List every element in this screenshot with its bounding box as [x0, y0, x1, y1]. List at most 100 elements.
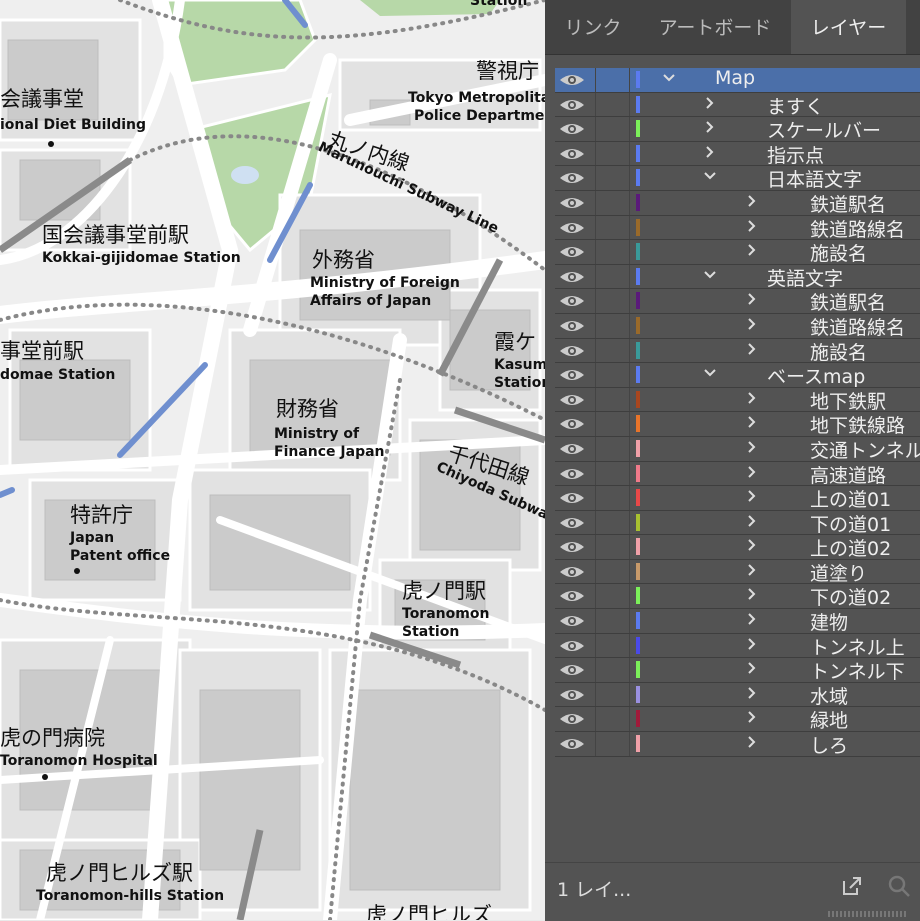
- layer-name[interactable]: ベースmap: [767, 362, 865, 389]
- layer-name[interactable]: 水域: [810, 682, 848, 709]
- layer-row[interactable]: 上の道01: [555, 486, 920, 511]
- chevron-right-icon[interactable]: [745, 586, 759, 602]
- eye-icon[interactable]: [557, 318, 587, 334]
- eye-icon[interactable]: [557, 662, 587, 678]
- eye-icon[interactable]: [557, 343, 587, 359]
- layer-row[interactable]: 施設名: [555, 240, 920, 265]
- layer-name[interactable]: 交通トンネル: [810, 436, 920, 463]
- layer-name[interactable]: 施設名: [810, 239, 867, 266]
- layer-name[interactable]: 道塗り: [810, 559, 867, 586]
- chevron-right-icon[interactable]: [745, 709, 759, 725]
- chevron-down-icon[interactable]: [703, 168, 717, 184]
- eye-icon[interactable]: [557, 539, 587, 555]
- eye-icon[interactable]: [557, 441, 587, 457]
- chevron-right-icon[interactable]: [745, 464, 759, 480]
- eye-icon[interactable]: [557, 416, 587, 432]
- layer-row[interactable]: 指示点: [555, 141, 920, 168]
- layer-row[interactable]: 施設名: [555, 338, 920, 365]
- layer-row[interactable]: ますく: [555, 92, 920, 119]
- layer-row[interactable]: 緑地: [555, 707, 920, 732]
- eye-icon[interactable]: [557, 392, 587, 408]
- layer-name[interactable]: しろ: [810, 731, 848, 758]
- layer-name[interactable]: 施設名: [810, 338, 867, 365]
- layer-row[interactable]: 上の道02: [555, 535, 920, 560]
- layer-name[interactable]: 上の道02: [810, 534, 891, 561]
- chevron-right-icon[interactable]: [745, 193, 759, 209]
- horizontal-scrollbar[interactable]: [828, 911, 908, 917]
- chevron-right-icon[interactable]: [745, 685, 759, 701]
- layer-name[interactable]: 鉄道駅名: [810, 190, 886, 217]
- eye-icon[interactable]: [557, 367, 587, 383]
- chevron-right-icon[interactable]: [745, 513, 759, 529]
- layer-name[interactable]: トンネル上: [810, 633, 905, 660]
- chevron-right-icon[interactable]: [745, 316, 759, 332]
- layer-name[interactable]: 鉄道駅名: [810, 288, 886, 315]
- chevron-right-icon[interactable]: [745, 218, 759, 234]
- eye-icon[interactable]: [557, 515, 587, 531]
- chevron-right-icon[interactable]: [703, 95, 717, 111]
- tab-layers[interactable]: レイヤー: [791, 0, 906, 54]
- chevron-right-icon[interactable]: [745, 341, 759, 357]
- chevron-down-icon[interactable]: [662, 70, 676, 86]
- chevron-right-icon[interactable]: [745, 611, 759, 627]
- layer-row[interactable]: 英語文字: [555, 264, 920, 291]
- layer-row[interactable]: 地下鉄線路: [555, 412, 920, 437]
- tab-artboards[interactable]: アートボード: [641, 0, 789, 54]
- layer-name[interactable]: 高速道路: [810, 461, 886, 488]
- layer-row[interactable]: 鉄道駅名: [555, 190, 920, 217]
- layer-row[interactable]: トンネル下: [555, 658, 920, 683]
- eye-icon[interactable]: [557, 736, 587, 752]
- export-icon[interactable]: [841, 875, 863, 897]
- eye-icon[interactable]: [557, 244, 587, 260]
- eye-icon[interactable]: [557, 466, 587, 482]
- layer-row[interactable]: 水域: [555, 682, 920, 709]
- layer-name[interactable]: トンネル下: [810, 657, 905, 684]
- layer-name[interactable]: 英語文字: [767, 264, 843, 291]
- layer-row[interactable]: 交通トンネル: [555, 436, 920, 463]
- search-icon[interactable]: [887, 874, 911, 898]
- layer-row[interactable]: スケールバー: [555, 117, 920, 142]
- layer-row[interactable]: ベースmap: [555, 363, 920, 388]
- chevron-right-icon[interactable]: [745, 562, 759, 578]
- layer-row[interactable]: 下の道01: [555, 510, 920, 536]
- eye-icon[interactable]: [557, 687, 587, 703]
- chevron-right-icon[interactable]: [745, 242, 759, 258]
- eye-icon[interactable]: [557, 490, 587, 506]
- chevron-down-icon[interactable]: [703, 267, 717, 283]
- layer-row[interactable]: 鉄道駅名: [555, 289, 920, 314]
- layer-name[interactable]: 地下鉄駅: [810, 387, 886, 414]
- layer-name[interactable]: 指示点: [767, 141, 824, 168]
- eye-icon[interactable]: [557, 72, 587, 88]
- layer-row[interactable]: Map: [555, 67, 920, 93]
- layer-name[interactable]: スケールバー: [767, 116, 881, 143]
- map-canvas[interactable]: 会議事堂 ional Diet Building Station 警視庁 Tok…: [0, 0, 545, 920]
- layer-name[interactable]: 日本語文字: [767, 165, 862, 192]
- layer-name[interactable]: 緑地: [810, 706, 848, 733]
- chevron-right-icon[interactable]: [703, 119, 717, 135]
- chevron-right-icon[interactable]: [745, 390, 759, 406]
- layer-name[interactable]: 鉄道路線名: [810, 313, 905, 340]
- eye-icon[interactable]: [557, 121, 587, 137]
- layer-name[interactable]: Map: [715, 67, 755, 89]
- chevron-right-icon[interactable]: [745, 439, 759, 455]
- layer-row[interactable]: トンネル上: [555, 633, 920, 660]
- chevron-right-icon[interactable]: [745, 734, 759, 750]
- chevron-right-icon[interactable]: [745, 414, 759, 430]
- layer-name[interactable]: ますく: [767, 92, 824, 119]
- eye-icon[interactable]: [557, 293, 587, 309]
- layer-row[interactable]: しろ: [555, 732, 920, 757]
- layer-row[interactable]: 高速道路: [555, 461, 920, 488]
- eye-icon[interactable]: [557, 613, 587, 629]
- chevron-right-icon[interactable]: [745, 488, 759, 504]
- layer-row[interactable]: 日本語文字: [555, 166, 920, 191]
- eye-icon[interactable]: [557, 269, 587, 285]
- eye-icon[interactable]: [557, 97, 587, 113]
- eye-icon[interactable]: [557, 170, 587, 186]
- layer-name[interactable]: 上の道01: [810, 485, 891, 512]
- layer-row[interactable]: 道塗り: [555, 559, 920, 586]
- layer-name[interactable]: 建物: [810, 608, 848, 635]
- eye-icon[interactable]: [557, 220, 587, 236]
- eye-icon[interactable]: [557, 195, 587, 211]
- chevron-right-icon[interactable]: [745, 636, 759, 652]
- layer-name[interactable]: 地下鉄線路: [810, 411, 905, 438]
